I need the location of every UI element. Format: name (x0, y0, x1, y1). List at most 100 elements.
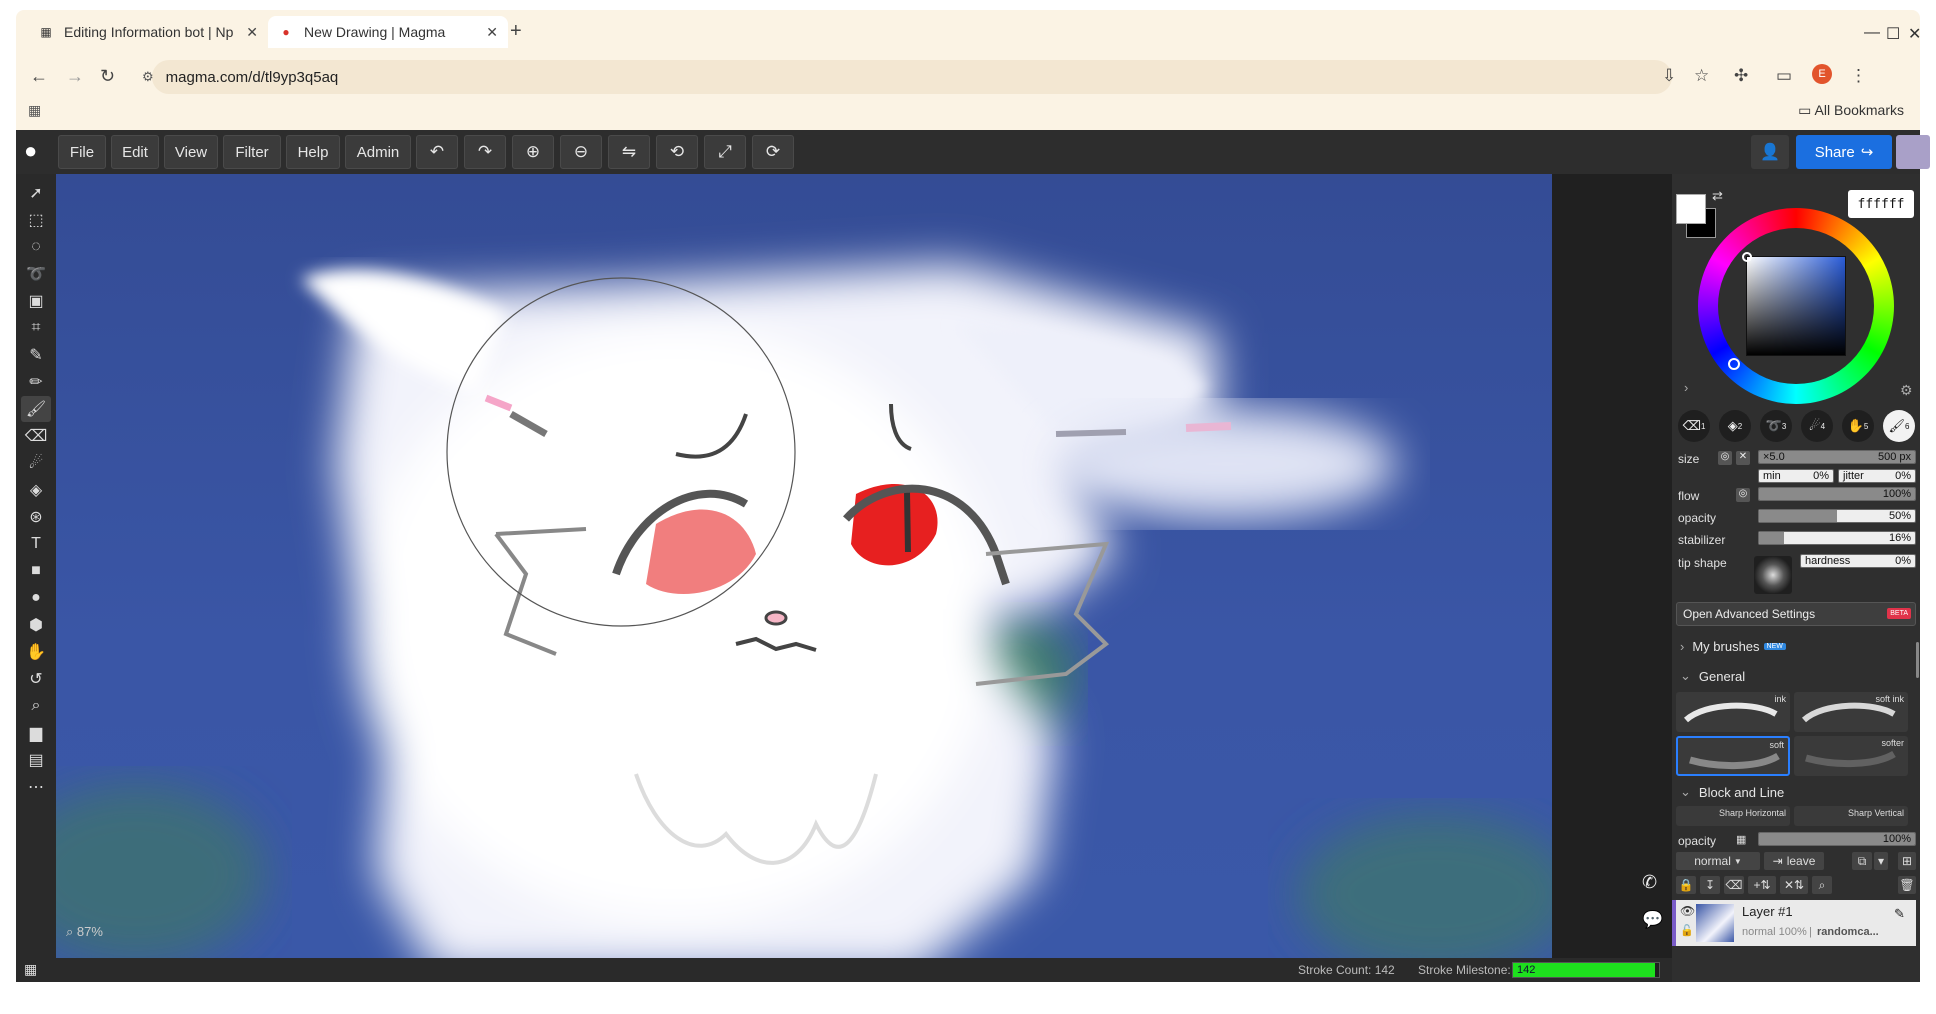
forward-icon[interactable]: → (66, 66, 84, 87)
size-slider[interactable]: ×5.0 500 px (1758, 450, 1916, 464)
new-tab-icon[interactable]: + (510, 20, 522, 43)
menu-admin[interactable]: Admin (345, 135, 411, 169)
flow-pressure-icon[interactable]: ◎ (1736, 488, 1750, 502)
close-tab-icon[interactable]: ✕ (246, 24, 258, 41)
ellipse-select-icon[interactable]: ◌ (21, 234, 51, 260)
min-slider[interactable]: min 0% (1758, 469, 1834, 483)
brush-softer[interactable]: softer (1794, 736, 1908, 776)
remove-clipping-icon[interactable]: ✕⇅ (1780, 876, 1808, 894)
preset-lasso-icon[interactable]: ➰ 3 (1760, 410, 1792, 442)
zoom-tool-icon[interactable]: ⌕ (21, 693, 51, 719)
brush-sharp-vertical[interactable]: Sharp Vertical (1794, 806, 1908, 826)
zoom-in-icon[interactable]: ⊕ (512, 135, 554, 169)
layer-options-caret-icon[interactable]: ▾ (1874, 852, 1888, 870)
menu-edit[interactable]: Edit (111, 135, 159, 169)
selection-brush-icon[interactable]: ⊛ (21, 504, 51, 530)
tab-new-drawing[interactable]: ● New Drawing | Magma ✕ (268, 16, 508, 48)
more-tools-icon[interactable]: ⋯ (21, 774, 51, 800)
cast-icon[interactable]: ▭ (1776, 66, 1792, 86)
eyedropper-icon[interactable]: ✎ (21, 342, 51, 368)
menu-help[interactable]: Help (286, 135, 340, 169)
filmstrip-icon[interactable]: ▦ (24, 961, 37, 978)
hue-handle[interactable] (1728, 358, 1740, 370)
brush-ink[interactable]: ink (1676, 692, 1790, 732)
rotate-icon[interactable]: ⟲ (656, 135, 698, 169)
flip-icon[interactable]: ⇋ (608, 135, 650, 169)
shape-icon[interactable]: ⬢ (21, 612, 51, 638)
paint-bucket-icon[interactable]: ◈ (21, 477, 51, 503)
maximize-icon[interactable]: ☐ (1886, 24, 1900, 44)
extensions-icon[interactable]: ✣ (1734, 66, 1748, 86)
color-picker-handle[interactable] (1742, 252, 1752, 262)
layer-item-1[interactable]: 👁 🔓 Layer #1 normal 100% | randomca... ✎ (1672, 900, 1916, 946)
layer-owner-lock-icon[interactable]: 🔓 (1680, 924, 1694, 937)
close-tab-icon[interactable]: ✕ (486, 24, 498, 41)
preset-eraser-icon[interactable]: ⌫ 1 (1678, 410, 1710, 442)
install-icon[interactable]: ⇩ (1662, 66, 1676, 86)
reload-icon[interactable]: ↻ (100, 66, 115, 87)
primary-color-swatch[interactable] (1676, 194, 1706, 224)
magma-logo-icon[interactable]: ● (24, 138, 48, 166)
opacity-slider[interactable]: 50% (1758, 509, 1916, 523)
leave-button[interactable]: ⇥ leave (1764, 852, 1824, 870)
zoom-out-icon[interactable]: ⊖ (560, 135, 602, 169)
rect-select-icon[interactable]: ⬚ (21, 207, 51, 233)
tip-shape-preview[interactable] (1754, 556, 1792, 594)
brushes-scrollbar[interactable] (1916, 642, 1919, 678)
swap-colors-icon[interactable]: ⇄ (1712, 188, 1723, 204)
eraser-icon[interactable]: ⌫ (21, 423, 51, 449)
reset-view-icon[interactable]: ⟳ (752, 135, 794, 169)
rotate-view-icon[interactable]: ↺ (21, 666, 51, 692)
preset-fill-icon[interactable]: ◈ 2 (1719, 410, 1751, 442)
tab-editing-information[interactable]: ▦ Editing Information bot | Np ✕ (28, 16, 268, 48)
drawing-canvas[interactable] (56, 174, 1552, 958)
preset-smudge-icon[interactable]: ☄ 4 (1801, 410, 1833, 442)
menu-view[interactable]: View (164, 135, 218, 169)
minimize-icon[interactable]: — (1864, 24, 1880, 42)
circle-icon[interactable]: ● (21, 585, 51, 611)
menu-filter[interactable]: Filter (223, 135, 281, 169)
general-section[interactable]: ⌄ General (1672, 664, 1920, 688)
redo-icon[interactable]: ↷ (464, 135, 506, 169)
open-advanced-settings-button[interactable]: Open Advanced Settings BETA (1676, 602, 1916, 626)
voice-call-icon[interactable]: ✆ (1642, 872, 1657, 893)
jitter-slider[interactable]: jitter 0% (1838, 469, 1916, 483)
add-clipping-icon[interactable]: +⇅ (1748, 876, 1776, 894)
transform-icon[interactable]: ▣ (21, 288, 51, 314)
fullscreen-icon[interactable]: ⤢ (704, 135, 746, 169)
text-icon[interactable]: T (21, 531, 51, 557)
apps-grid-icon[interactable]: ▦ (28, 102, 41, 119)
hand-icon[interactable]: ✋ (21, 639, 51, 665)
my-brushes-section[interactable]: › My brushes NEW (1672, 634, 1920, 658)
lasso-icon[interactable]: ➰ (21, 261, 51, 287)
size-pressure-icon[interactable]: ◎ (1718, 451, 1732, 465)
new-layer-icon[interactable]: ⊞ (1898, 852, 1916, 870)
layer-visibility-eye-icon[interactable]: 👁 (1680, 904, 1695, 918)
brush-soft-ink[interactable]: soft ink (1794, 692, 1908, 732)
expand-color-icon[interactable]: › (1684, 380, 1688, 395)
layer-edit-pencil-icon[interactable]: ✎ (1894, 906, 1905, 922)
layer-opacity-slider[interactable]: 100% (1758, 832, 1916, 846)
pencil-icon[interactable]: ✏ (21, 369, 51, 395)
move-tool-icon[interactable]: ➚ (21, 180, 51, 206)
all-bookmarks[interactable]: ▭ All Bookmarks (1798, 102, 1904, 119)
crop-icon[interactable]: ⌗ (21, 315, 51, 341)
flow-slider[interactable]: 100% (1758, 487, 1916, 501)
share-button[interactable]: Share ↪ (1796, 135, 1892, 169)
close-window-icon[interactable]: ✕ (1908, 24, 1921, 44)
back-icon[interactable]: ← (30, 66, 48, 87)
stabilizer-slider[interactable]: 16% (1758, 531, 1916, 545)
site-info-icon[interactable]: ⚙ (142, 69, 154, 85)
hardness-slider[interactable]: hardness 0% (1800, 554, 1916, 568)
profile-avatar[interactable]: E (1812, 64, 1832, 84)
invite-user-icon[interactable]: 👤 (1751, 135, 1789, 169)
preset-hand-icon[interactable]: ✋ 5 (1842, 410, 1874, 442)
gallery-icon[interactable]: ▤ (21, 747, 51, 773)
blend-mode-select[interactable]: normal ▼ (1676, 852, 1760, 870)
layer-search-icon[interactable]: ⌕ (1812, 876, 1832, 894)
canvas-area[interactable]: ⌕ 87% ✆ 💬 (56, 174, 1686, 958)
merge-down-icon[interactable]: ↧ (1700, 876, 1720, 894)
color-settings-gear-icon[interactable]: ⚙ (1900, 382, 1913, 399)
browser-menu-icon[interactable]: ⋮ (1850, 66, 1867, 86)
chat-icon[interactable]: 💬 (1642, 910, 1663, 930)
